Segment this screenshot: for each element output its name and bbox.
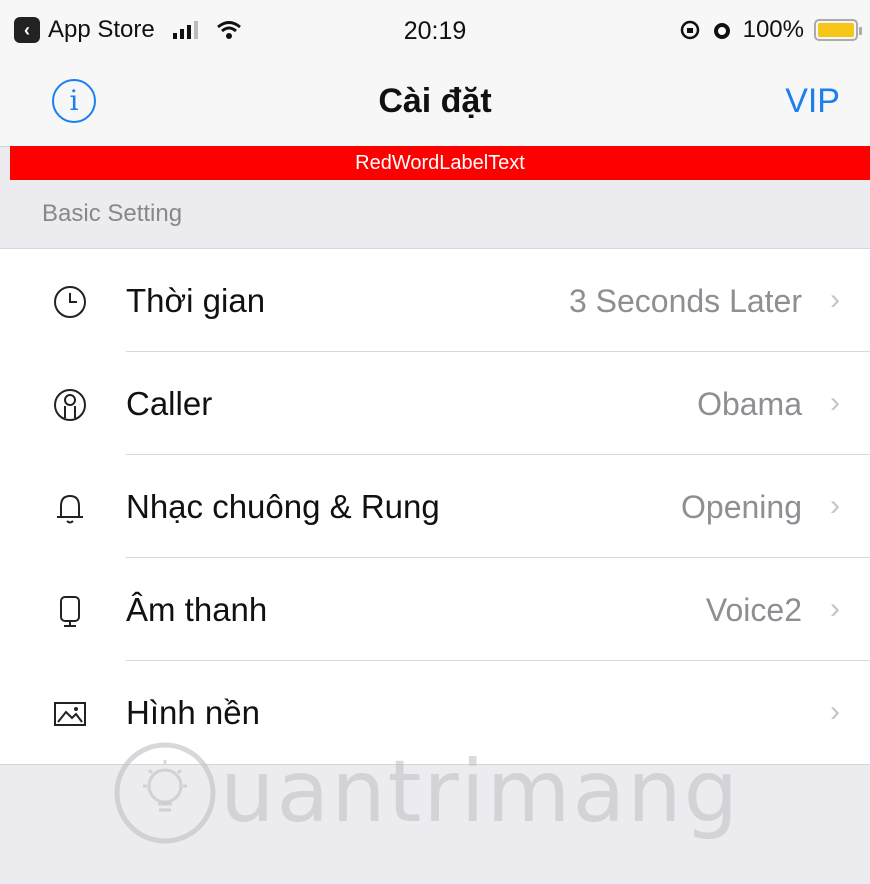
red-banner: RedWordLabelText	[10, 146, 870, 180]
setting-row-time[interactable]: Thời gian 3 Seconds Later ›	[0, 249, 870, 352]
image-icon	[54, 702, 86, 726]
setting-value: Voice2	[705, 592, 802, 628]
page-title: Cài đặt	[378, 82, 492, 120]
chevron-right-icon: ›	[830, 489, 840, 522]
person-icon	[54, 389, 86, 421]
setting-row-ringtone[interactable]: Nhạc chuông & Rung Opening ›	[0, 455, 870, 558]
setting-value: 3 Seconds Later	[568, 283, 802, 319]
navigation-bar: i Cài đặt VIP	[0, 62, 870, 147]
status-right: 100%	[679, 16, 862, 44]
setting-label: Âm thanh	[126, 591, 268, 628]
alarm-icon	[713, 23, 730, 39]
setting-row-caller[interactable]: Caller Obama ›	[0, 352, 870, 455]
chevron-right-icon: ›	[830, 695, 840, 728]
clock-icon	[54, 286, 86, 318]
status-bar: ‹ App Store 20:19 100%	[0, 0, 870, 62]
setting-label: Hình nền	[126, 694, 260, 731]
setting-label: Nhạc chuông & Rung	[126, 488, 440, 525]
battery-percent: 100%	[742, 16, 804, 43]
setting-row-sound[interactable]: Âm thanh Voice2 ›	[0, 558, 870, 661]
battery-icon	[814, 19, 862, 41]
bell-icon	[57, 494, 83, 524]
section-header: Basic Setting	[0, 180, 870, 248]
setting-label: Caller	[126, 385, 213, 422]
setting-value: Opening	[681, 489, 802, 525]
chevron-right-icon: ›	[830, 386, 840, 419]
orientation-lock-icon	[680, 20, 699, 40]
phone-icon	[60, 596, 80, 627]
vip-button[interactable]: VIP	[785, 82, 840, 121]
setting-value: Obama	[697, 386, 802, 422]
chevron-right-icon: ›	[830, 283, 840, 316]
setting-row-wallpaper[interactable]: Hình nền ›	[0, 661, 870, 764]
chevron-right-icon: ›	[830, 592, 840, 625]
settings-list: Thời gian 3 Seconds Later › Caller Obama…	[0, 248, 870, 765]
setting-label: Thời gian	[126, 282, 266, 319]
section-header-label: Basic Setting	[42, 200, 183, 227]
